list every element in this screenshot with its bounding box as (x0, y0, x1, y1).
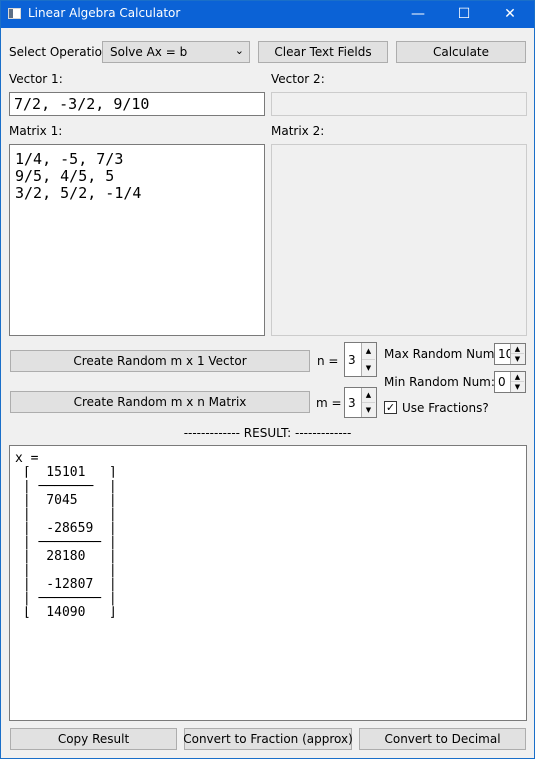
operation-select[interactable]: Solve Ax = b ⌄ (102, 41, 250, 63)
min-random-spinner[interactable]: 0 ▲ ▼ (494, 371, 526, 393)
n-label: n = (317, 354, 339, 368)
matrix-2-label: Matrix 2: (271, 124, 325, 138)
operation-selected-value: Solve Ax = b (110, 45, 188, 59)
down-arrow-icon[interactable]: ▼ (511, 382, 524, 392)
result-line: x = (15, 451, 39, 466)
result-output[interactable]: x = ⌈ 15101 ⌉ | ─────── | | 7045 | | | |… (9, 445, 527, 721)
n-value: 3 (348, 352, 356, 367)
app-icon (8, 8, 21, 19)
maximize-button[interactable]: ☐ (441, 1, 487, 28)
calculate-button[interactable]: Calculate (396, 41, 526, 63)
use-fractions-checkbox[interactable]: ✓ (384, 401, 397, 414)
vector-2-label: Vector 2: (271, 72, 325, 86)
up-arrow-icon[interactable]: ▲ (511, 344, 524, 354)
vector-1-input[interactable]: 7/2, -3/2, 9/10 (9, 92, 265, 116)
up-arrow-icon[interactable]: ▲ (511, 372, 524, 382)
create-random-matrix-button[interactable]: Create Random m x n Matrix (10, 391, 310, 413)
min-random-label: Min Random Num: (384, 375, 495, 389)
matrix-1-row: 9/5, 4/5, 5 (15, 167, 115, 185)
result-line: ⌊ 14090 ⌋ (15, 605, 117, 620)
result-line: | 7045 | (15, 493, 117, 508)
up-arrow-icon[interactable]: ▲ (362, 388, 375, 403)
select-operation-label: Select Operation: (9, 45, 114, 59)
close-button[interactable]: ✕ (487, 1, 533, 28)
matrix-1-label: Matrix 1: (9, 124, 63, 138)
vector-2-input (271, 92, 527, 116)
result-line: ⌈ 15101 ⌉ (15, 465, 117, 480)
convert-to-decimal-button[interactable]: Convert to Decimal (359, 728, 526, 750)
down-arrow-icon[interactable]: ▼ (511, 354, 524, 364)
down-arrow-icon[interactable]: ▼ (362, 403, 375, 418)
max-random-spinner[interactable]: 10 ▲ ▼ (494, 343, 526, 365)
result-line: | ─────── | (15, 479, 117, 494)
n-spinner[interactable]: 3 ▲ ▼ (344, 342, 377, 377)
use-fractions-label: Use Fractions? (402, 401, 489, 415)
result-line: | ──────── | (15, 591, 117, 606)
m-value: 3 (348, 395, 356, 410)
clear-text-fields-button[interactable]: Clear Text Fields (258, 41, 388, 63)
minimize-button[interactable]: — (395, 1, 441, 28)
app-window: Linear Algebra Calculator — ☐ ✕ Select O… (0, 0, 535, 759)
result-line: | | (15, 563, 117, 578)
up-arrow-icon[interactable]: ▲ (362, 343, 375, 360)
result-line: | | (15, 507, 117, 522)
create-random-vector-button[interactable]: Create Random m x 1 Vector (10, 350, 310, 372)
result-line: | -12807 | (15, 577, 117, 592)
min-random-value: 0 (498, 375, 506, 389)
result-line: | 28180 | (15, 549, 117, 564)
m-spinner[interactable]: 3 ▲ ▼ (344, 387, 377, 418)
result-line: | -28659 | (15, 521, 117, 536)
result-line: | ──────── | (15, 535, 117, 550)
window-title: Linear Algebra Calculator (28, 6, 181, 20)
matrix-1-textarea[interactable]: 1/4, -5, 7/3 9/5, 4/5, 5 3/2, 5/2, -1/4 (9, 144, 265, 336)
convert-to-fraction-button[interactable]: Convert to Fraction (approx) (183, 728, 353, 750)
title-bar[interactable]: Linear Algebra Calculator — ☐ ✕ (1, 1, 534, 28)
copy-result-button[interactable]: Copy Result (10, 728, 177, 750)
matrix-2-textarea (271, 144, 527, 336)
vector-1-label: Vector 1: (9, 72, 63, 86)
m-label: m = (316, 396, 342, 410)
max-random-label: Max Random Num: (384, 347, 499, 361)
matrix-1-row: 3/2, 5/2, -1/4 (15, 184, 142, 202)
chevron-down-icon: ⌄ (234, 44, 244, 57)
result-header: ------------- RESULT: ------------- (183, 426, 352, 440)
down-arrow-icon[interactable]: ▼ (362, 360, 375, 377)
matrix-1-row: 1/4, -5, 7/3 (15, 150, 124, 168)
